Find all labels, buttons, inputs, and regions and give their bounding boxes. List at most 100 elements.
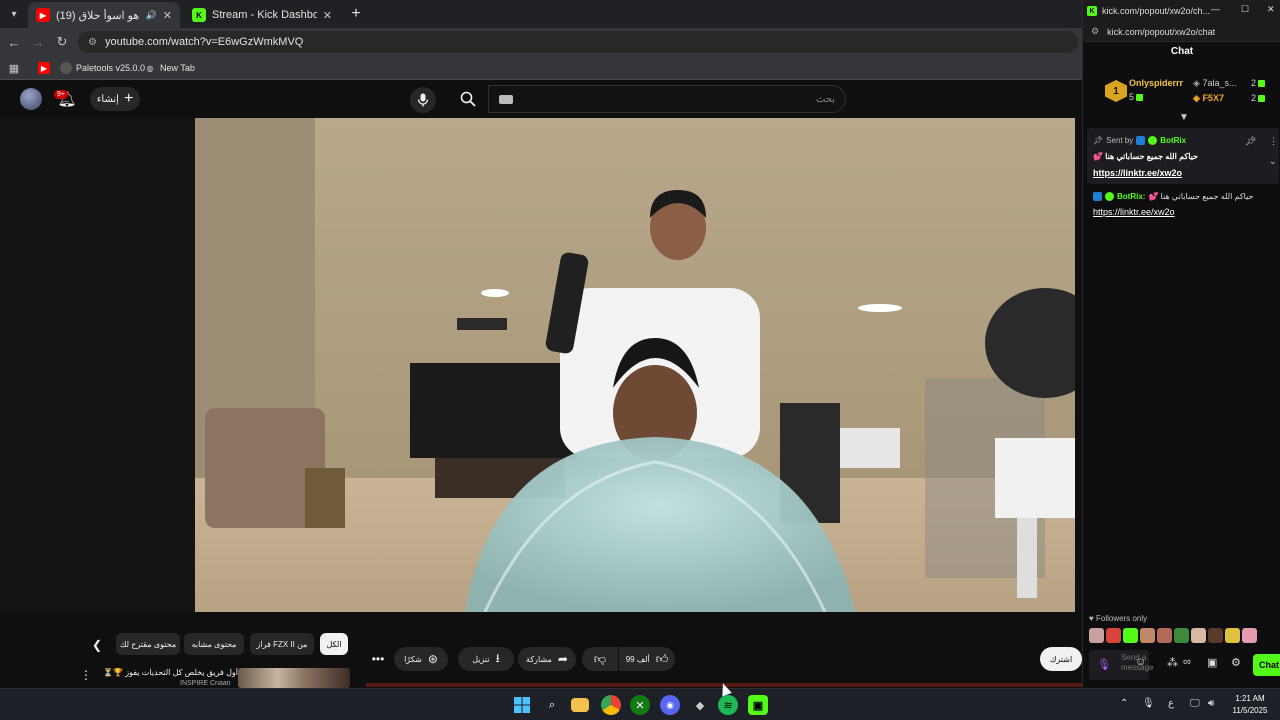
microphone-icon[interactable]: 🎙︎ xyxy=(1097,658,1111,671)
recommended-channel[interactable]: INSPIRE Cnaan xyxy=(180,680,231,687)
taskbar-clock[interactable]: 1:21 AM 11/5/2025 xyxy=(1226,693,1274,717)
network-icon[interactable]: 🖵︎ xyxy=(1190,698,1200,709)
kick-app-icon[interactable]: ▣ xyxy=(748,695,768,715)
site-info-icon[interactable]: ⚙ xyxy=(1091,26,1099,37)
video-menu-icon[interactable]: ⋮ xyxy=(80,668,92,682)
store-icon[interactable]: ▣ xyxy=(1207,656,1217,669)
emote-icon[interactable] xyxy=(1157,628,1172,643)
speaker-icon[interactable]: 🔊 xyxy=(146,10,157,21)
pinned-header: 📌︎ Sent by BotRix xyxy=(1093,136,1186,145)
minimize-icon[interactable]: — xyxy=(1211,4,1220,14)
app-icon[interactable]: ◆ xyxy=(690,695,710,715)
emote-icon[interactable] xyxy=(1140,628,1155,643)
voice-search-button[interactable] xyxy=(410,87,436,113)
subscribe-button[interactable]: اشترك xyxy=(1040,647,1082,671)
emote-icon[interactable] xyxy=(1123,628,1138,643)
thumbs-down-icon: 👎︎ xyxy=(593,651,607,666)
gift-icon: ◈ xyxy=(1193,78,1200,88)
apps-grid-icon[interactable]: ▦ xyxy=(4,58,24,78)
bookmark-paletools[interactable]: Paletools v25.0.0 xyxy=(60,60,145,76)
thanks-button[interactable]: شكرًا ⊛ xyxy=(394,647,448,671)
download-icon: ⭳ xyxy=(495,650,500,665)
pinned-sender[interactable]: BotRix xyxy=(1160,136,1186,145)
chip-recommended[interactable]: محتوى مقترح لك xyxy=(116,633,180,655)
avatar[interactable] xyxy=(20,88,42,110)
emote-icon[interactable] xyxy=(1106,628,1121,643)
pinned-link[interactable]: https://linktr.ee/xw2o xyxy=(1093,168,1182,178)
infinity-icon[interactable]: ∞ xyxy=(1183,656,1191,668)
emoji-icon[interactable]: ☺ xyxy=(1135,656,1146,668)
browser-toolbar: ← → ↻ ⚙ youtube.com/watch?v=E6wGzWmkMVQ xyxy=(0,28,1082,56)
more-actions-button[interactable]: ••• xyxy=(368,647,388,671)
back-arrow-icon[interactable]: ← xyxy=(4,32,24,52)
create-button[interactable]: إنشاء + xyxy=(90,87,140,111)
emote-icon[interactable] xyxy=(1208,628,1223,643)
leaderboard-top-name[interactable]: Onlyspiderrr xyxy=(1129,78,1183,88)
reload-icon[interactable]: ↻ xyxy=(52,32,72,52)
windows-start-icon[interactable] xyxy=(512,695,532,715)
recommended-thumbnail[interactable] xyxy=(238,668,350,688)
xbox-icon[interactable]: ✕ xyxy=(630,695,650,715)
settings-gear-icon[interactable]: ⚙ xyxy=(1231,656,1241,669)
dots-icon[interactable]: ⁂ xyxy=(1167,656,1178,669)
more-options-icon[interactable]: ⋮ xyxy=(1269,136,1278,147)
search-button[interactable] xyxy=(448,85,488,113)
emote-icon[interactable] xyxy=(1242,628,1257,643)
chevron-left-icon[interactable]: ❮ xyxy=(88,636,106,654)
forward-arrow-icon[interactable]: → xyxy=(28,32,48,52)
search-icon[interactable]: ⌕ xyxy=(542,695,562,715)
bookmark-new-tab[interactable]: ◍ New Tab xyxy=(144,60,195,76)
emote-icon[interactable] xyxy=(1174,628,1189,643)
keyboard-icon[interactable] xyxy=(499,94,513,104)
tab-search-icon[interactable]: ▾ xyxy=(4,4,24,24)
like-button[interactable]: 99 ألف 👍︎ xyxy=(619,647,675,671)
language-indicator[interactable]: ع xyxy=(1168,698,1174,709)
tray-overflow-icon[interactable]: ⌃ xyxy=(1120,698,1128,709)
file-explorer-icon[interactable] xyxy=(571,698,589,712)
emote-icon[interactable] xyxy=(1225,628,1240,643)
dollar-icon: ⊛ xyxy=(427,652,438,666)
chip-from-channel[interactable]: من FZX II فراز xyxy=(250,633,314,655)
recommended-title[interactable]: أول فريق يخلص كل التحديات يفوز 🏆⏳ xyxy=(98,668,238,677)
close-tab-icon[interactable]: ✕ xyxy=(323,9,332,22)
share-button[interactable]: مشاركة ➦ xyxy=(518,647,576,671)
tab-kick-dashboard[interactable]: K Stream - Kick Dashboard ✕ xyxy=(184,2,340,28)
chrome-icon[interactable] xyxy=(601,695,621,715)
site-info-icon[interactable]: ⚙ xyxy=(88,37,97,48)
chip-similar[interactable]: محتوى مشابه xyxy=(184,633,244,655)
expand-chevron-icon[interactable]: ⌄ xyxy=(1269,156,1277,167)
share-icon: ➦ xyxy=(557,652,568,666)
youtube-bookmark[interactable]: ▶ xyxy=(38,60,54,76)
chat-username[interactable]: BotRix: xyxy=(1117,192,1145,201)
collapse-leaderboard-icon[interactable]: ▼ xyxy=(1179,112,1189,123)
emote-icon[interactable] xyxy=(1191,628,1206,643)
video-player[interactable] xyxy=(195,118,1075,612)
download-button[interactable]: تنزيل ⭳ xyxy=(458,647,514,671)
new-tab-button[interactable]: + xyxy=(346,4,366,24)
volume-icon[interactable]: 🔊︎ xyxy=(1208,698,1214,709)
tab-youtube[interactable]: ▶ (19) من هو اسوأ حلاق 🧔 🔊 ✕ xyxy=(28,2,180,28)
like-count: 99 ألف xyxy=(625,654,650,664)
emote-icon[interactable] xyxy=(1089,628,1104,643)
address-bar[interactable]: ⚙ youtube.com/watch?v=E6wGzWmkMVQ xyxy=(78,31,1078,53)
search-input[interactable]: بحث xyxy=(488,85,846,113)
close-tab-icon[interactable]: ✕ xyxy=(163,9,172,22)
video-frame xyxy=(195,118,1075,612)
leaderboard-entry-name[interactable]: ◈ F5X7 xyxy=(1193,93,1224,104)
spotify-icon[interactable]: ≋ xyxy=(718,695,738,715)
chat-link[interactable]: https://linktr.ee/xw2o xyxy=(1093,207,1175,217)
recommended-video[interactable]: ⋮ أول فريق يخلص كل التحديات يفوز 🏆⏳ INSP… xyxy=(80,668,350,688)
chat-text: حياكم الله جميع حساباتي هنا 💕 xyxy=(1148,192,1254,201)
dislike-button[interactable]: 👎︎ xyxy=(582,647,618,671)
close-window-icon[interactable]: ✕ xyxy=(1267,4,1275,15)
maximize-icon[interactable]: ☐ xyxy=(1241,4,1249,15)
unpin-icon[interactable]: 📌︎ xyxy=(1245,136,1256,147)
bot-badge-icon xyxy=(1136,136,1146,145)
send-chat-button[interactable]: Chat xyxy=(1253,654,1280,676)
microphone-tray-icon[interactable]: 🎙︎ xyxy=(1142,698,1155,709)
discord-icon[interactable]: ◉ xyxy=(660,695,680,715)
kick-address-bar[interactable]: ⚙ kick.com/popout/xw2o/chat xyxy=(1083,22,1280,42)
url-text: youtube.com/watch?v=E6wGzWmkMVQ xyxy=(104,36,304,48)
chip-all[interactable]: الكل xyxy=(320,633,348,655)
leaderboard-entry-name[interactable]: ◈ 7ala_s... xyxy=(1193,78,1236,89)
